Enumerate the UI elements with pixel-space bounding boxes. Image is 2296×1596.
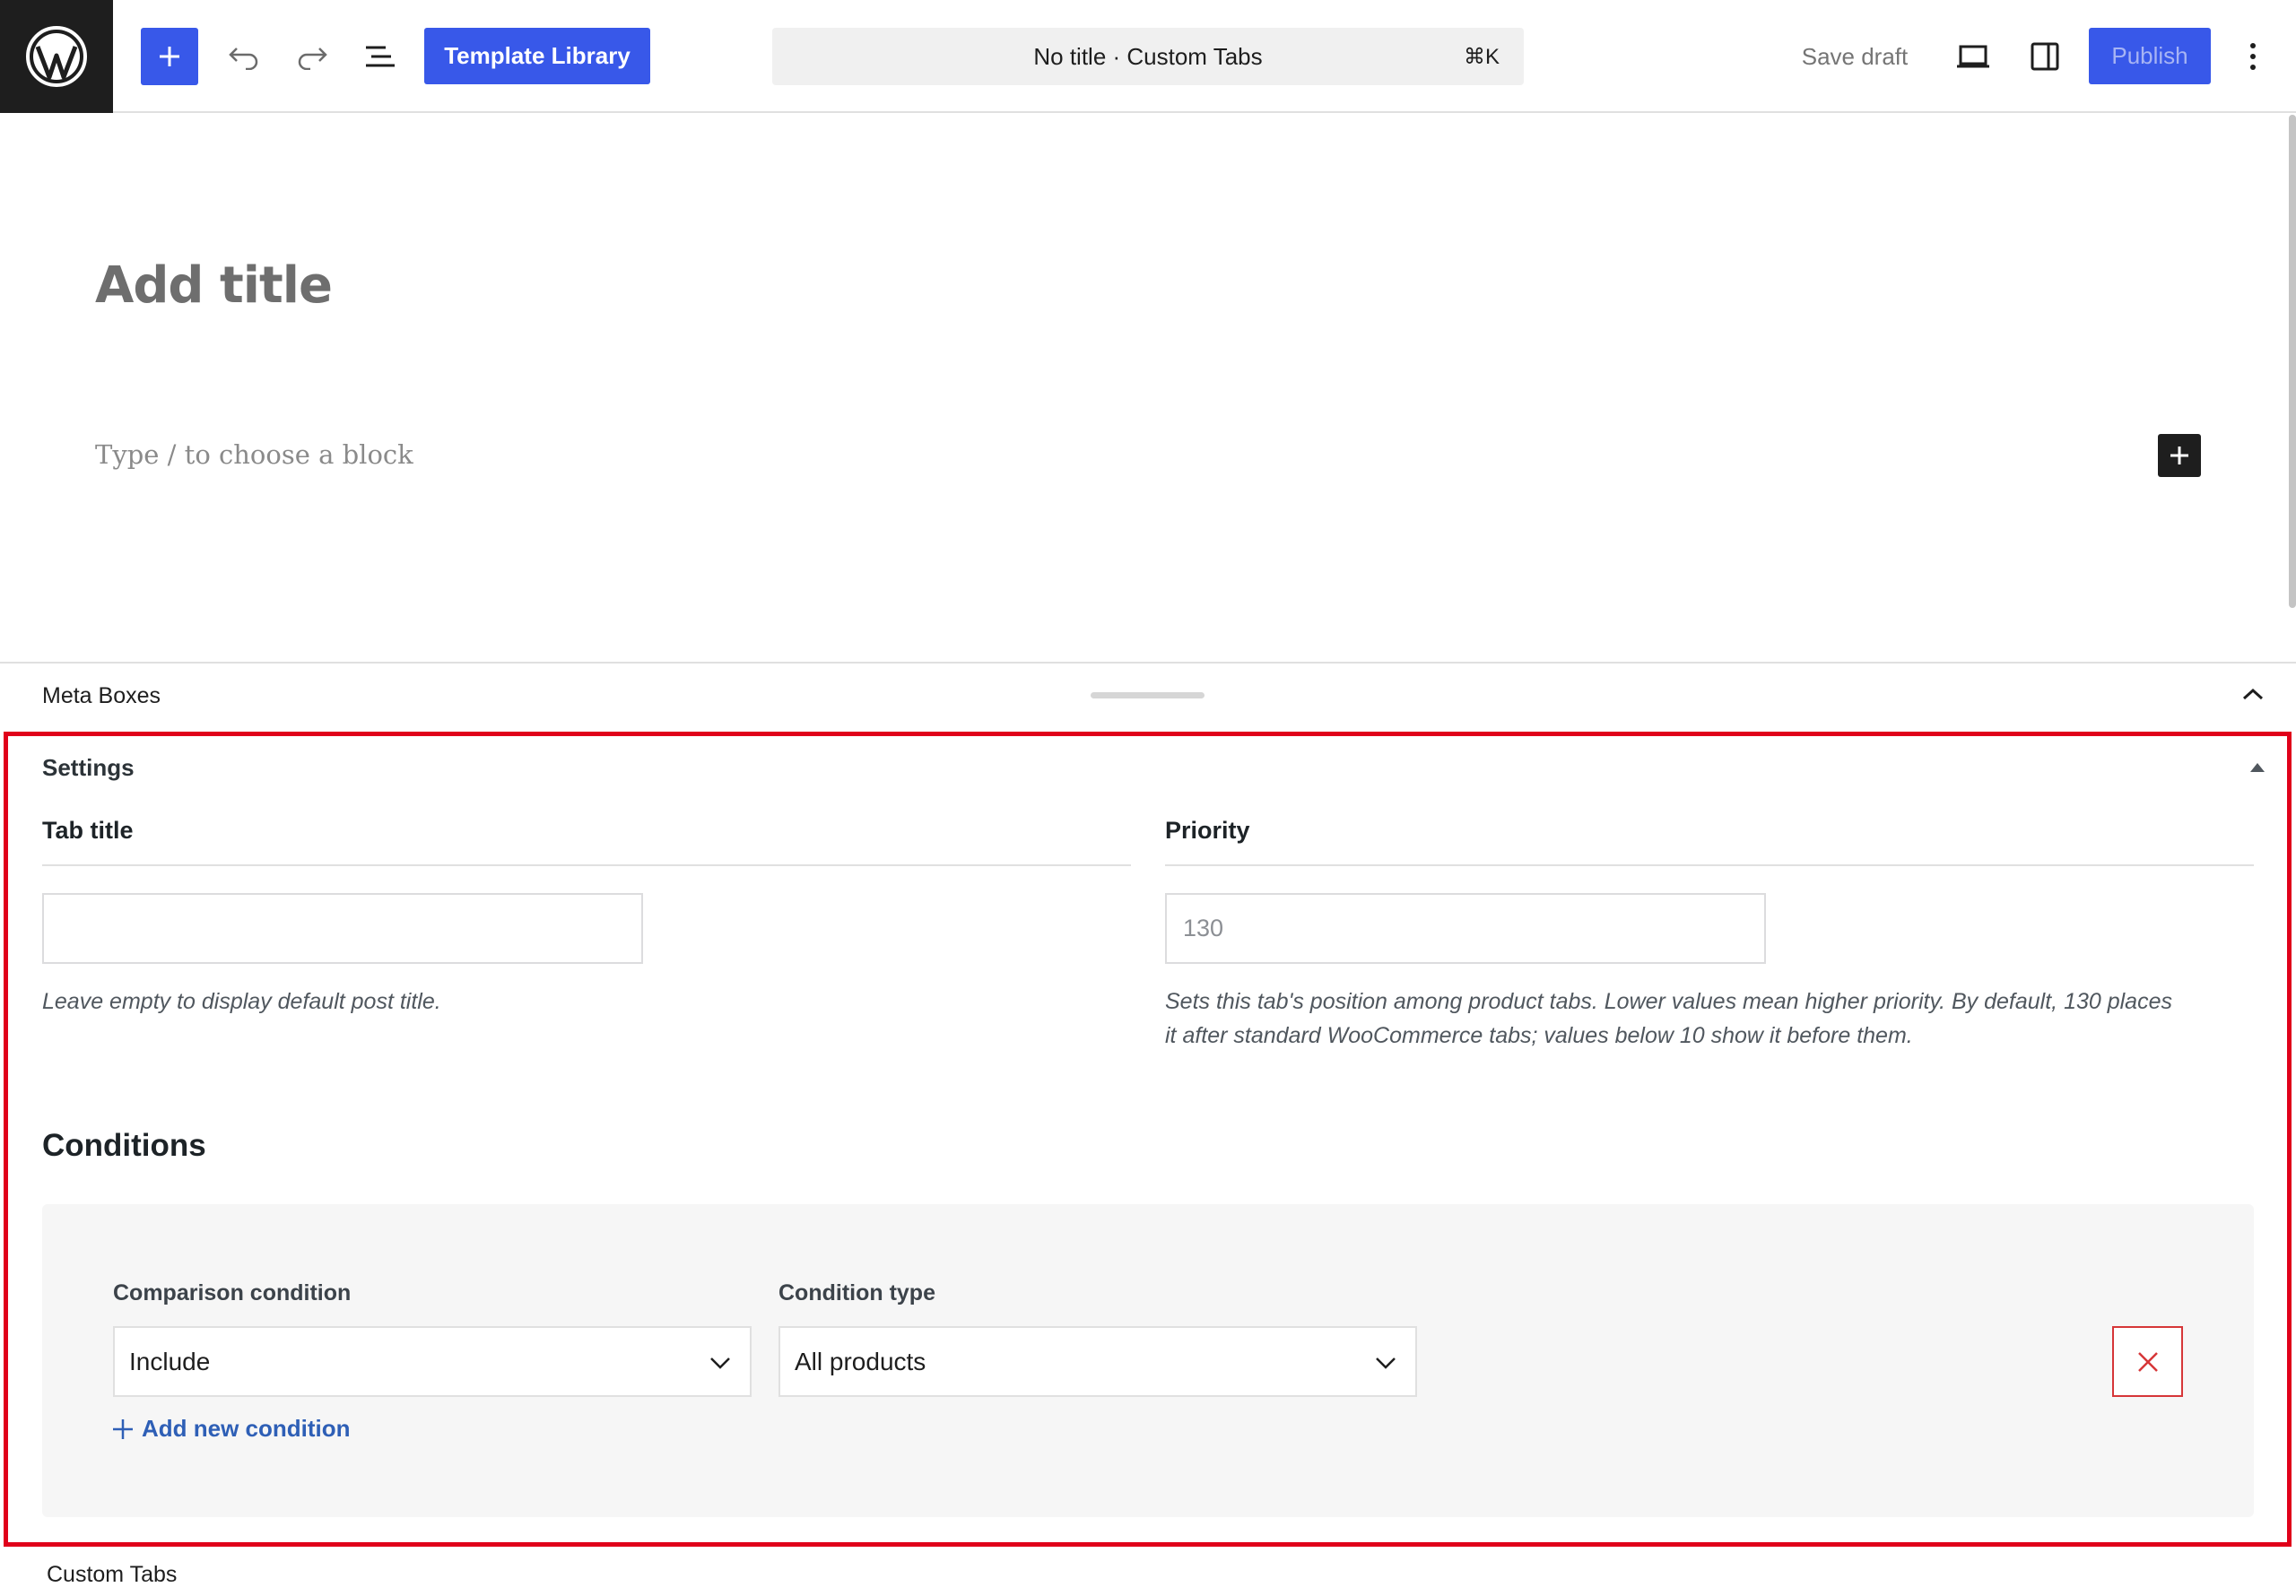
resize-handle[interactable] (1091, 692, 1205, 698)
divider (1165, 864, 2254, 866)
comparison-condition-label: Comparison condition (113, 1280, 352, 1305)
wordpress-logo[interactable] (0, 0, 113, 113)
view-button[interactable] (1944, 28, 2002, 85)
comparison-condition-value: Include (129, 1347, 211, 1375)
condition-type-label: Condition type (778, 1280, 935, 1305)
command-palette-bar[interactable]: No title · Custom Tabs ⌘K (772, 28, 1524, 85)
meta-boxes-toggle[interactable] (2237, 678, 2269, 710)
add-block-button[interactable] (141, 28, 198, 85)
plus-icon (160, 47, 179, 66)
settings-title: Settings (42, 754, 135, 781)
options-button[interactable] (2224, 28, 2282, 85)
list-view-button[interactable] (352, 28, 409, 85)
add-new-condition-link[interactable]: Add new condition (111, 1415, 351, 1443)
meta-boxes-title: Meta Boxes (42, 683, 161, 708)
undo-button[interactable] (215, 28, 273, 85)
save-draft-button[interactable]: Save draft (1785, 28, 1925, 85)
plus-icon (113, 1418, 133, 1439)
tab-title-help: Leave empty to display default post titl… (42, 989, 441, 1014)
priority-input[interactable]: 130 (1165, 893, 1766, 964)
sidebar-toggle-icon (2031, 42, 2059, 71)
settings-sidebar-button[interactable] (2016, 28, 2074, 85)
tab-title-input[interactable] (42, 893, 643, 964)
priority-label: Priority (1165, 817, 1250, 844)
add-new-condition-label: Add new condition (142, 1415, 351, 1442)
divider (42, 864, 1131, 866)
publish-button[interactable]: Publish (2089, 28, 2211, 84)
editor-canvas (0, 115, 2285, 662)
template-library-button[interactable]: Template Library (424, 28, 650, 84)
kebab-menu-icon (2250, 43, 2256, 70)
comparison-condition-select[interactable]: Include (113, 1326, 752, 1397)
close-icon (2137, 1351, 2158, 1372)
desktop-view-icon (1957, 45, 1989, 68)
chevron-down-icon (1376, 1357, 1396, 1369)
tab-title-label: Tab title (42, 817, 134, 844)
condition-type-select[interactable]: All products (778, 1326, 1417, 1397)
custom-tabs-label: Custom Tabs (47, 1562, 178, 1587)
redo-icon (298, 48, 327, 70)
undo-icon (229, 48, 258, 70)
editor-scrollbar[interactable] (2289, 115, 2296, 608)
inline-add-block-button[interactable] (2158, 434, 2201, 477)
priority-help-line-2: it after standard WooCommerce tabs; valu… (1165, 1023, 1913, 1048)
chevron-down-icon (710, 1357, 730, 1369)
redo-button[interactable] (283, 28, 341, 85)
shortcut-hint: ⌘K (1463, 45, 1500, 69)
document-title: No title · Custom Tabs (1033, 42, 1263, 70)
block-placeholder[interactable]: Type / to choose a block (95, 439, 413, 470)
list-view-icon (366, 46, 395, 67)
conditions-title: Conditions (42, 1128, 206, 1163)
condition-type-value: All products (795, 1347, 926, 1375)
chevron-up-icon (2242, 688, 2264, 700)
editor-header: Template Library No title · Custom Tabs … (0, 0, 2296, 113)
plus-icon (2170, 447, 2188, 464)
wordpress-icon (26, 26, 87, 87)
triangle-up-icon[interactable] (2248, 758, 2267, 777)
priority-help-line-1: Sets this tab's position among product t… (1165, 989, 2172, 1014)
post-title-field[interactable]: Add title (95, 256, 333, 315)
remove-condition-button[interactable] (2112, 1326, 2183, 1397)
